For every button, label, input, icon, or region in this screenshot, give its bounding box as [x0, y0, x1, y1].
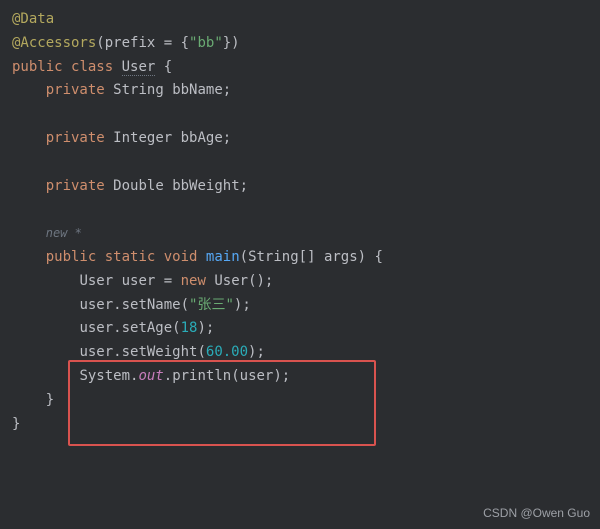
- code-line: user.setAge(18);: [12, 317, 588, 341]
- code-line: [12, 198, 588, 222]
- inline-hint: new *: [46, 226, 82, 240]
- class-name: User: [122, 59, 156, 76]
- code-line: [12, 151, 588, 175]
- code-line: User user = new User();: [12, 270, 588, 294]
- code-line: public static void main(String[] args) {: [12, 246, 588, 270]
- code-line: private Double bbWeight;: [12, 175, 588, 199]
- code-line: user.setName("张三");: [12, 294, 588, 318]
- code-line: [12, 103, 588, 127]
- code-line: }: [12, 389, 588, 413]
- code-line: private Integer bbAge;: [12, 127, 588, 151]
- code-line: }: [12, 413, 588, 437]
- code-line: public class User {: [12, 56, 588, 80]
- code-line: System.out.println(user);: [12, 365, 588, 389]
- code-line: new *: [12, 222, 588, 246]
- watermark: CSDN @Owen Guo: [483, 503, 590, 523]
- method-name: main: [206, 249, 240, 265]
- annotation: @Data: [12, 11, 54, 27]
- code-line: private String bbName;: [12, 79, 588, 103]
- code-line: @Data: [12, 8, 588, 32]
- code-line: user.setWeight(60.00);: [12, 341, 588, 365]
- code-editor[interactable]: @Data @Accessors(prefix = {"bb"}) public…: [0, 0, 600, 444]
- annotation: @Accessors: [12, 35, 96, 51]
- code-line: @Accessors(prefix = {"bb"}): [12, 32, 588, 56]
